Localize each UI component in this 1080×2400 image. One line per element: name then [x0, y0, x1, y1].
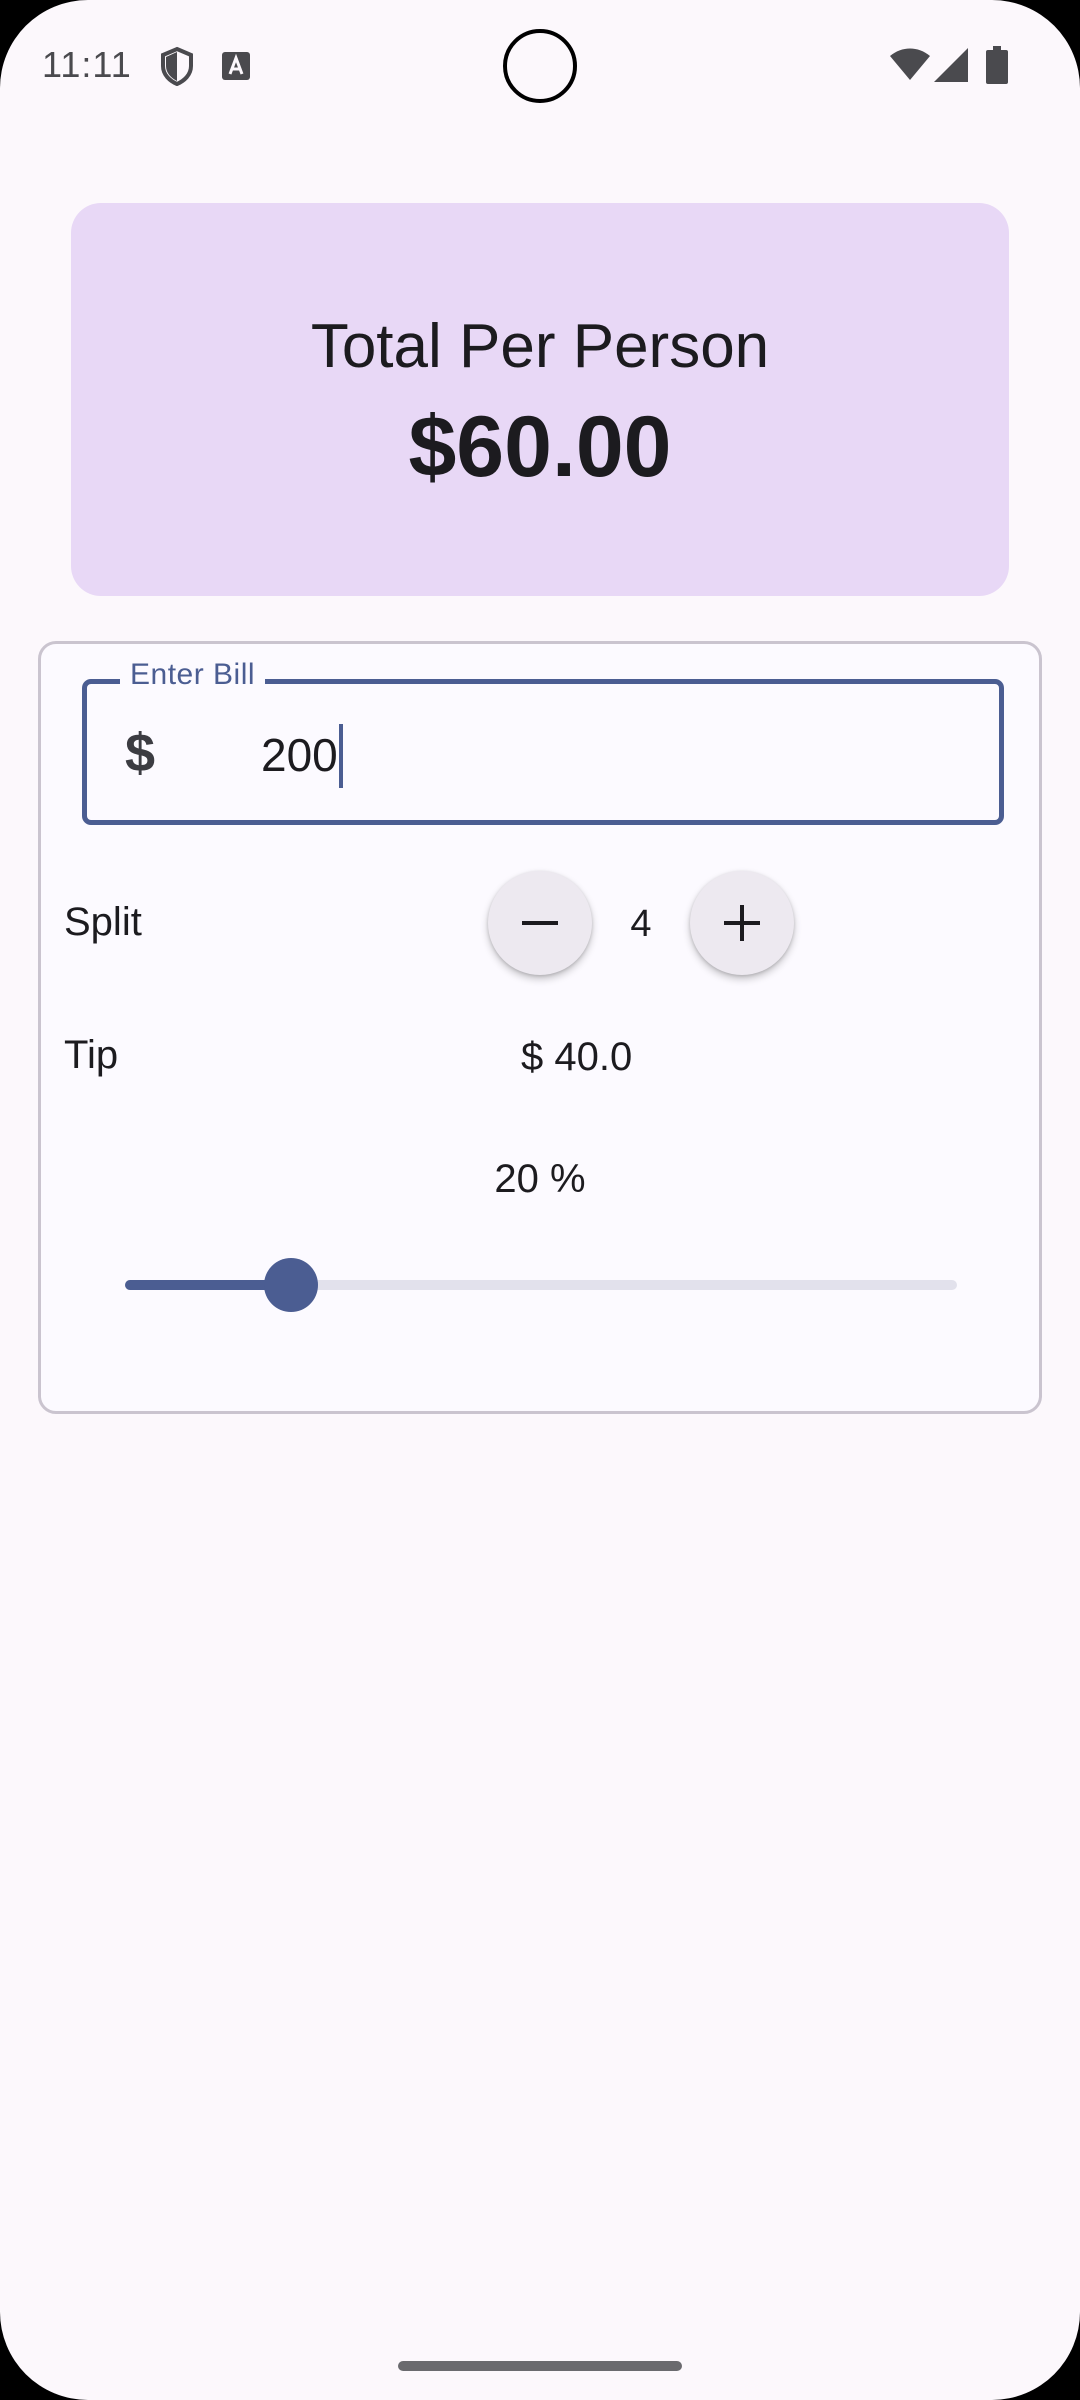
slider-thumb[interactable] [264, 1258, 318, 1312]
signal-icon [934, 48, 968, 87]
wifi-icon [890, 48, 930, 85]
plus-icon [724, 905, 760, 941]
total-per-person-card: Total Per Person $60.00 [71, 203, 1009, 596]
camera-cutout [503, 29, 577, 103]
tip-amount: $ 40.0 [521, 1035, 633, 1079]
increase-split-button[interactable] [690, 871, 794, 975]
battery-icon [986, 46, 1008, 89]
total-per-person-amount: $60.00 [408, 399, 672, 495]
split-count: 4 [630, 903, 652, 945]
dollar-icon: $ [125, 723, 156, 783]
tip-slider[interactable] [125, 1254, 957, 1314]
shield-icon [160, 46, 194, 91]
text-cursor [339, 724, 343, 788]
tip-label: Tip [64, 1033, 119, 1077]
bill-input[interactable]: Enter Bill $ 200 [82, 658, 1004, 825]
minus-icon [522, 921, 558, 925]
bill-input-label: Enter Bill [120, 658, 266, 692]
keyboard-a-icon [222, 52, 250, 85]
status-bar: 11:11 [0, 0, 1080, 130]
decrease-split-button[interactable] [488, 871, 592, 975]
tip-percent: 20 % [494, 1157, 586, 1201]
bill-form-card: Enter Bill $ 200 Split 4 Tip $ 40.0 20 % [38, 641, 1042, 1414]
total-per-person-label: Total Per Person [310, 312, 770, 381]
bill-input-value[interactable]: 200 [261, 728, 338, 782]
split-label: Split [64, 900, 142, 944]
home-indicator[interactable] [398, 2361, 682, 2371]
app-screen: 11:11 Total Per Person $60.00 Enter Bill… [0, 0, 1080, 2400]
status-time: 11:11 [42, 44, 132, 85]
